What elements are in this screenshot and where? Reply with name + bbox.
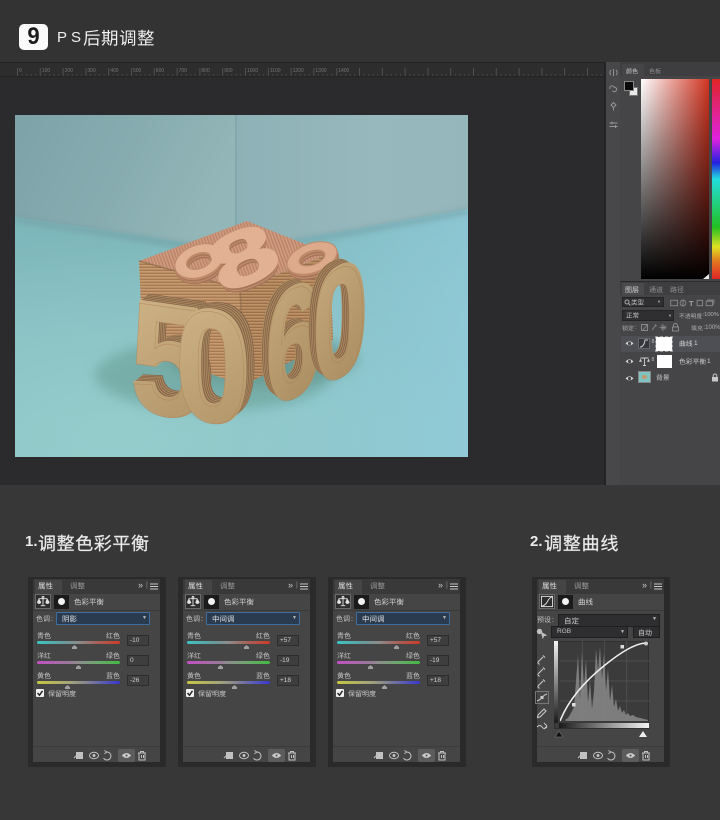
svg-text:700: 700	[179, 68, 188, 74]
svg-text:0: 0	[174, 275, 249, 457]
svg-text:500: 500	[133, 68, 142, 74]
svg-text:0: 0	[19, 68, 22, 74]
svg-text:1300: 1300	[315, 68, 326, 74]
svg-text:100: 100	[42, 68, 51, 74]
svg-text:800: 800	[201, 68, 210, 74]
svg-text:0: 0	[312, 225, 367, 423]
svg-text:1100: 1100	[270, 68, 281, 74]
svg-text:1000: 1000	[247, 68, 258, 74]
svg-text:1200: 1200	[293, 68, 304, 74]
svg-text:200: 200	[65, 68, 74, 74]
svg-text:900: 900	[224, 68, 233, 74]
svg-text:600: 600	[156, 68, 165, 74]
svg-text:1400: 1400	[338, 68, 349, 74]
svg-text:T: T	[689, 299, 694, 308]
svg-text:400: 400	[110, 68, 119, 74]
svg-text:300: 300	[87, 68, 96, 74]
